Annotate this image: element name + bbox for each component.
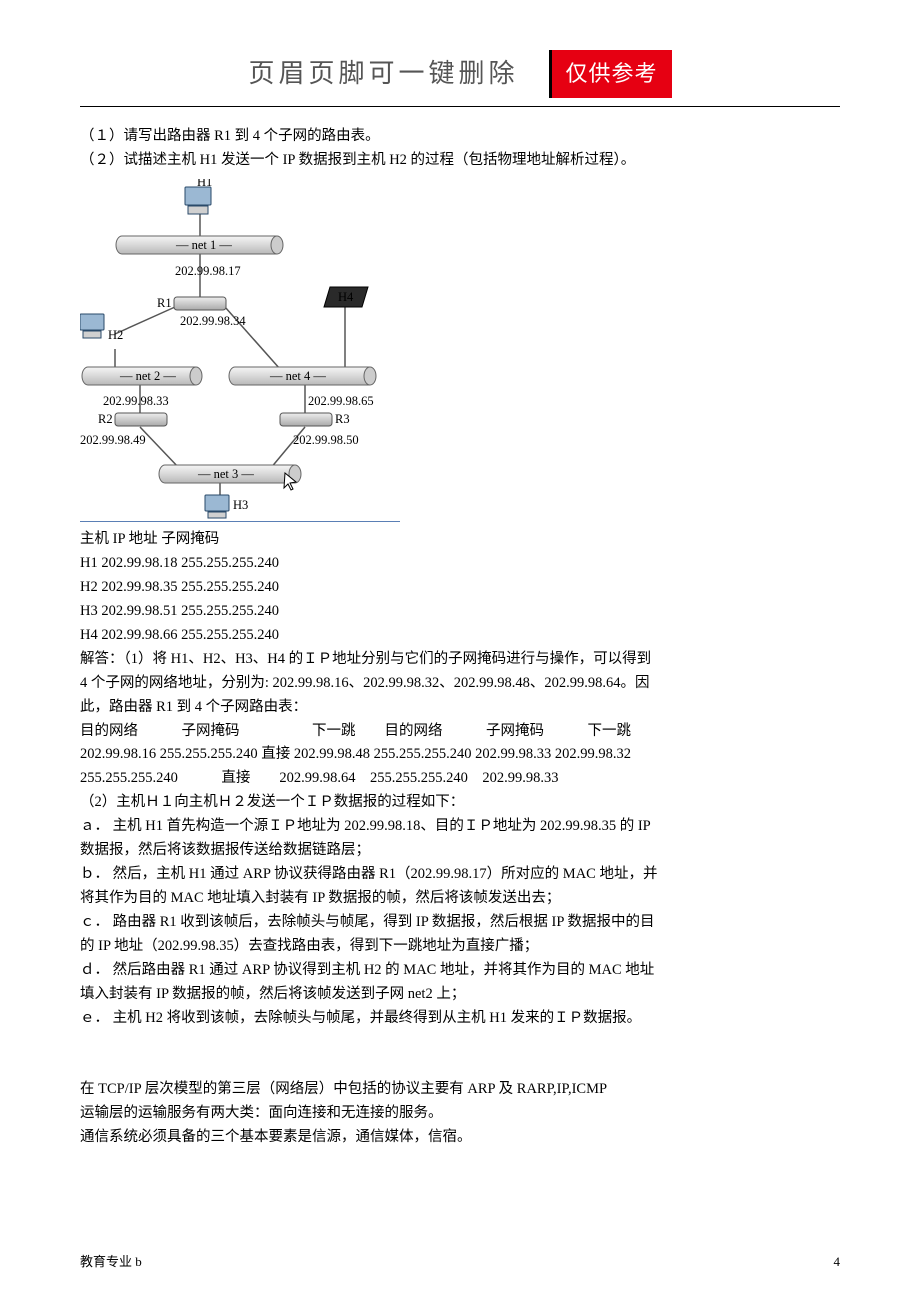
router-r3-shape [280,413,332,426]
note-1: 在 TCP/IP 层次模型的第三层（网络层）中包括的协议主要有 ARP 及 RA… [80,1078,840,1102]
ip-r1-left: 202.99.98.34 [180,314,246,328]
router-r2-shape [115,413,167,426]
step-d-1: ｄ． 然后路由器 R1 通过 ARP 协议得到主机 H2 的 MAC 地址，并将… [80,959,840,983]
note-2: 运输层的运输服务有两大类：面向连接和无连接的服务。 [80,1102,840,1126]
step-b-1: ｂ． 然后，主机 H1 通过 ARP 协议获得路由器 R1（202.99.98.… [80,863,840,887]
answer-intro-3: 此，路由器 R1 到 4 个子网路由表： [80,696,840,720]
header-divider [80,106,840,107]
route-table-row-1: 202.99.98.16 255.255.255.240 直接 202.99.9… [80,743,840,767]
host-h3-icon [205,495,229,518]
r2-label: R2 [98,412,113,426]
route-table-row-2: 255.255.255.240 直接 202.99.98.64 255.255.… [80,767,840,791]
router-r1-shape [174,297,226,310]
ip-r3-top: 202.99.98.65 [308,394,374,408]
answer-intro-2: 4 个子网的网络地址，分别为: 202.99.98.16、202.99.98.3… [80,672,840,696]
host-h2-icon [80,314,104,338]
net4-label: — net 4 — [269,369,326,383]
ip-r2-bottom: 202.99.98.49 [80,433,146,447]
document-content: （１）请写出路由器 R1 到 4 个子网的路由表。 （２）试描述主机 H1 发送… [80,125,840,1150]
h3-label: H3 [233,498,248,512]
answer-intro-1: 解答：（1）将 H1、H2、H3、H4 的ＩＰ地址分别与它们的子网掩码进行与操作… [80,648,840,672]
r1-label: R1 [157,296,172,310]
h2-label: H2 [108,328,123,342]
host-row-2: H2 202.99.98.35 255.255.255.240 [80,576,840,600]
host-row-3: H3 202.99.98.51 255.255.255.240 [80,600,840,624]
note-3: 通信系统必须具备的三个基本要素是信源，通信媒体，信宿。 [80,1126,840,1150]
net2-label: — net 2 — [119,369,176,383]
ip-r1-top: 202.99.98.17 [175,264,241,278]
step-d-2: 填入封装有 IP 数据报的帧，然后将该帧发送到子网 net2 上； [80,983,840,1007]
net1-label: — net 1 — [175,238,232,252]
route-table-header: 目的网络 子网掩码 下一跳 目的网络 子网掩码 下一跳 [80,720,840,744]
step-a-2: 数据报，然后将该数据报传送给数据链路层； [80,839,840,863]
host-table-header: 主机 IP 地址 子网掩码 [80,528,840,552]
ip-r3-bottom: 202.99.98.50 [293,433,359,447]
step-c-2: 的 IP 地址（202.99.98.35）去查找路由表，得到下一跳地址为直接广播… [80,935,840,959]
question-1: （１）请写出路由器 R1 到 4 个子网的路由表。 [80,125,840,149]
page-footer: 教育专业 b 4 [80,1251,840,1272]
page-header: 页眉页脚可一键删除 仅供参考 [80,50,840,98]
net3-label: — net 3 — [197,467,254,481]
step-e: ｅ． 主机 H2 将收到该帧，去除帧头与帧尾，并最终得到从主机 H1 发来的ＩＰ… [80,1007,840,1031]
h4-label: H4 [338,290,354,304]
step-a-1: ａ． 主机 H1 首先构造一个源ＩＰ地址为 202.99.98.18、目的ＩＰ地… [80,815,840,839]
footer-left: 教育专业 b [80,1251,142,1272]
step-b-2: 将其作为目的 MAC 地址填入封装有 IP 数据报的帧，然后将该帧发送出去； [80,887,840,911]
r3-label: R3 [335,412,350,426]
question-2: （２）试描述主机 H1 发送一个 IP 数据报到主机 H2 的过程（包括物理地址… [80,149,840,173]
host-h1-icon [185,187,211,214]
page-number: 4 [834,1251,841,1272]
host-row-4: H4 202.99.98.66 255.255.255.240 [80,624,840,648]
header-title: 页眉页脚可一键删除 [248,53,518,96]
host-row-1: H1 202.99.98.18 255.255.255.240 [80,552,840,576]
answer-part2-intro: （2）主机Ｈ１向主机Ｈ２发送一个ＩＰ数据报的过程如下： [80,791,840,815]
reference-badge: 仅供参考 [549,50,672,98]
network-diagram: H1 H2 H4 H3 — net 1 — — net 2 — — net 4 … [80,179,400,522]
step-c-1: ｃ． 路由器 R1 收到该帧后，去除帧头与帧尾，得到 IP 数据报，然后根据 I… [80,911,840,935]
ip-r2-top: 202.99.98.33 [103,394,169,408]
h1-label: H1 [197,179,212,189]
